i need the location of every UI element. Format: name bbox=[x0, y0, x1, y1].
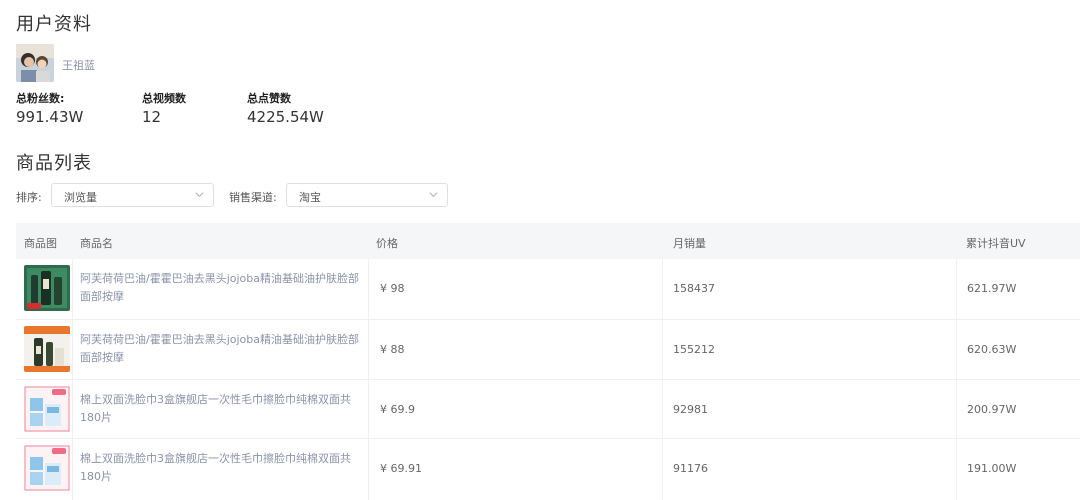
product-monthly-sales: 155212 bbox=[673, 343, 715, 356]
user-name-link[interactable]: 王祖蓝 bbox=[62, 57, 95, 73]
product-name-link[interactable]: 棉上双面洗脸巾3盒旗舰店一次性毛巾擦脸巾纯棉双面共180片 bbox=[80, 391, 362, 427]
product-monthly-sales: 91176 bbox=[673, 462, 708, 475]
row-divider bbox=[16, 438, 1080, 439]
product-uv: 620.63W bbox=[967, 343, 1017, 356]
fans-label: 总粉丝数: bbox=[16, 92, 65, 105]
col-uv[interactable]: 累计抖音UV bbox=[966, 235, 1026, 251]
table-row[interactable]: 阿芙荷荷巴油/霍霍巴油去黑头jojoba精油基础油护肤脸部面部按摩 ¥ 88 1… bbox=[16, 320, 1080, 378]
table-row[interactable]: 阿芙荷荷巴油/霍霍巴油去黑头jojoba精油基础油护肤脸部面部按摩 ¥ 98 1… bbox=[16, 259, 1080, 317]
product-monthly-sales: 158437 bbox=[673, 282, 715, 295]
product-thumbnail[interactable] bbox=[24, 326, 70, 372]
orange-bottle-image bbox=[24, 326, 70, 372]
product-uv: 621.97W bbox=[967, 282, 1017, 295]
fans-value: 991.43W bbox=[16, 108, 84, 126]
videos-value: 12 bbox=[142, 108, 162, 126]
table-header: 商品图 商品名 价格 月销量 累计抖音UV bbox=[16, 223, 1080, 259]
product-price: ¥ 98 bbox=[380, 282, 405, 295]
blue-box-image bbox=[24, 386, 70, 432]
avatar[interactable] bbox=[16, 44, 54, 82]
channel-select[interactable]: 淘宝 bbox=[286, 183, 448, 207]
product-price: ¥ 69.91 bbox=[380, 462, 422, 475]
chevron-down-icon bbox=[195, 192, 204, 198]
row-divider bbox=[16, 379, 1080, 380]
product-uv: 191.00W bbox=[967, 462, 1017, 475]
product-price: ¥ 69.9 bbox=[380, 403, 415, 416]
sort-label: 排序: bbox=[16, 191, 42, 204]
table-row[interactable]: 棉上双面洗脸巾3盒旗舰店一次性毛巾擦脸巾纯棉双面共180片 ¥ 69.91 91… bbox=[16, 439, 1080, 497]
likes-value: 4225.54W bbox=[247, 108, 324, 126]
col-name[interactable]: 商品名 bbox=[80, 235, 113, 251]
videos-label: 总视频数 bbox=[142, 92, 186, 105]
col-price[interactable]: 价格 bbox=[376, 235, 398, 251]
product-thumbnail[interactable] bbox=[24, 265, 70, 311]
col-monthly-sales[interactable]: 月销量 bbox=[673, 235, 706, 251]
product-uv: 200.97W bbox=[967, 403, 1017, 416]
sort-select-value: 浏览量 bbox=[64, 191, 97, 204]
profile-heading: 用户资料 bbox=[16, 14, 92, 35]
sort-select[interactable]: 浏览量 bbox=[51, 183, 214, 207]
channel-label: 销售渠道: bbox=[229, 191, 277, 204]
product-name-link[interactable]: 阿芙荷荷巴油/霍霍巴油去黑头jojoba精油基础油护肤脸部面部按摩 bbox=[80, 331, 362, 367]
product-thumbnail[interactable] bbox=[24, 386, 70, 432]
row-divider bbox=[16, 319, 1080, 320]
blue-box-image bbox=[24, 445, 70, 491]
channel-select-value: 淘宝 bbox=[299, 191, 321, 204]
product-name-link[interactable]: 阿芙荷荷巴油/霍霍巴油去黑头jojoba精油基础油护肤脸部面部按摩 bbox=[80, 270, 362, 306]
col-image[interactable]: 商品图 bbox=[24, 235, 57, 251]
chevron-down-icon bbox=[429, 192, 438, 198]
product-monthly-sales: 92981 bbox=[673, 403, 708, 416]
green-bottle-image bbox=[24, 265, 70, 311]
product-price: ¥ 88 bbox=[380, 343, 405, 356]
products-heading: 商品列表 bbox=[16, 153, 92, 174]
product-name-link[interactable]: 棉上双面洗脸巾3盒旗舰店一次性毛巾擦脸巾纯棉双面共180片 bbox=[80, 450, 362, 486]
table-row[interactable]: 棉上双面洗脸巾3盒旗舰店一次性毛巾擦脸巾纯棉双面共180片 ¥ 69.9 929… bbox=[16, 380, 1080, 438]
likes-label: 总点赞数 bbox=[247, 92, 291, 105]
product-thumbnail[interactable] bbox=[24, 445, 70, 491]
